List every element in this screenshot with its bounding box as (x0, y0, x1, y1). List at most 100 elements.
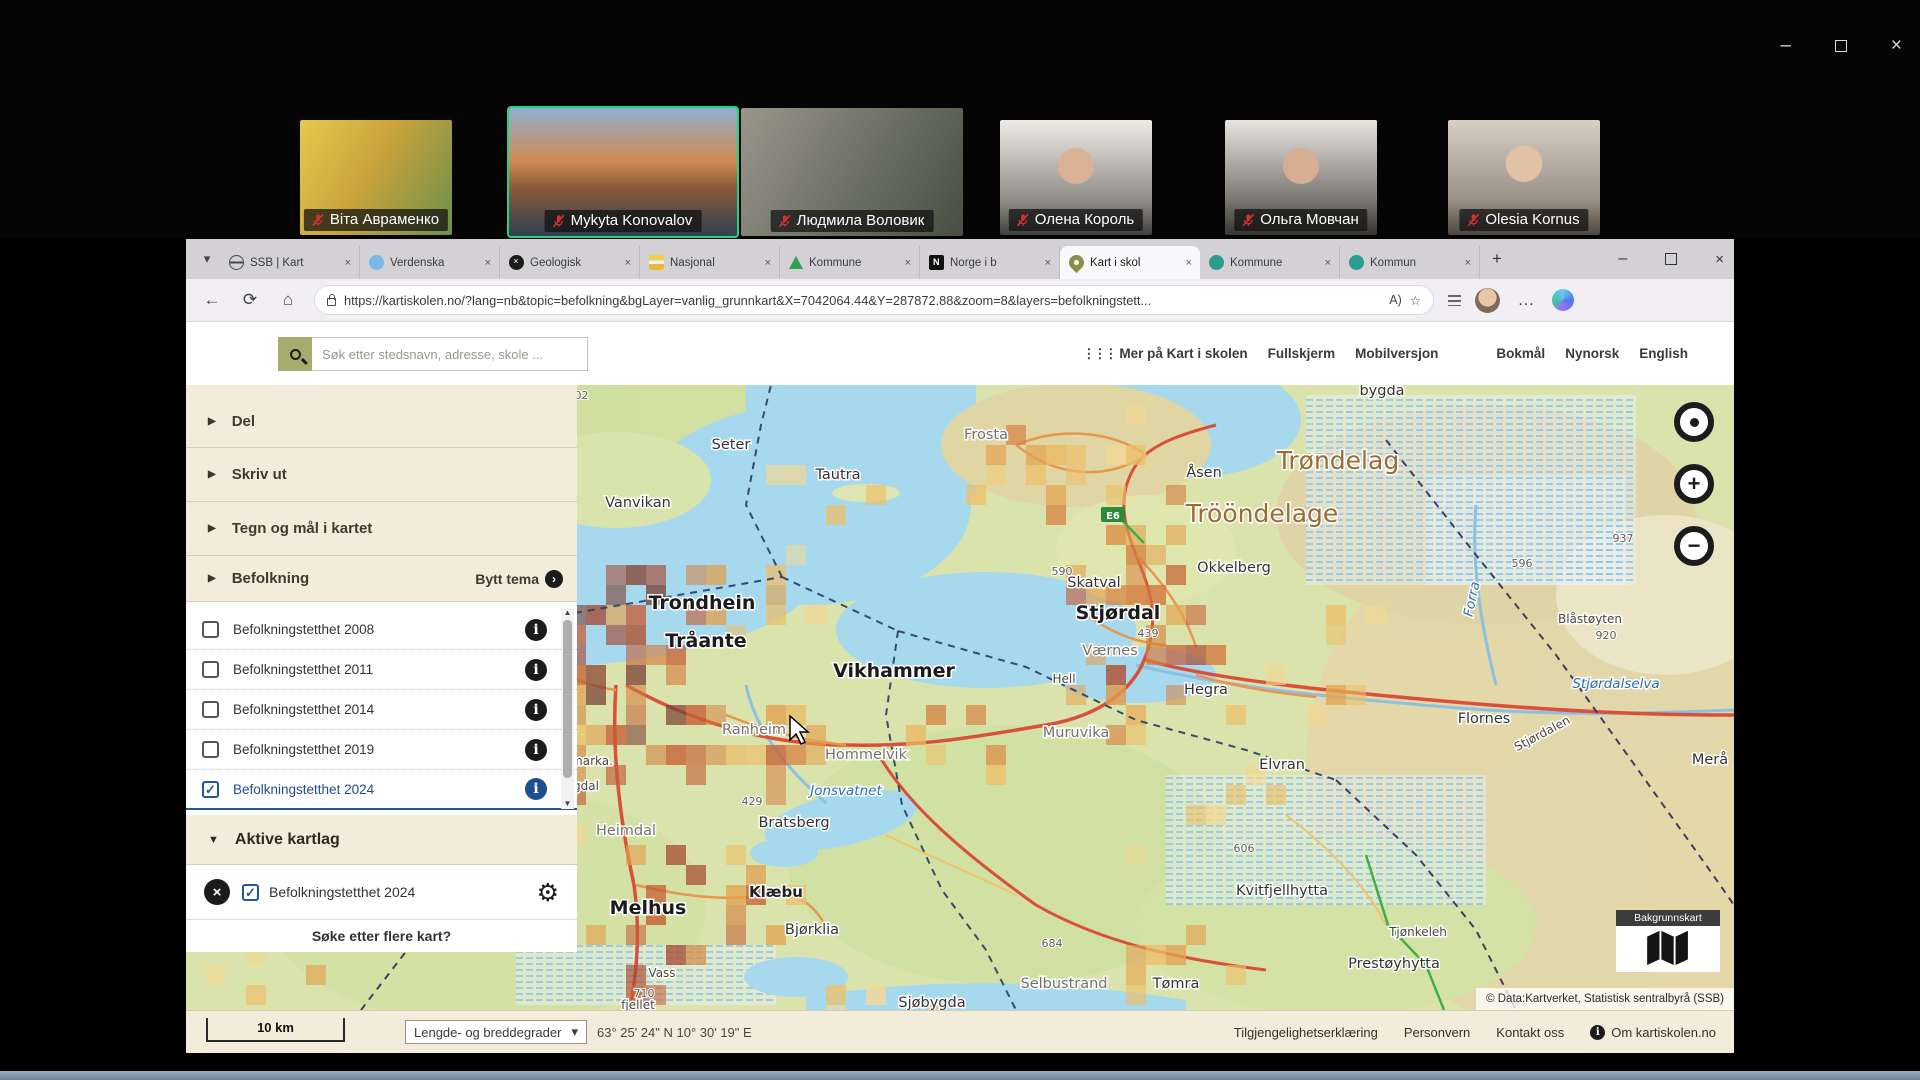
map-label: Flornes (1458, 711, 1511, 727)
map-viewport[interactable]: bygda602SeterFrostaTautraÅsenTrøndelagE6… (186, 385, 1734, 1010)
active-layer-checkbox[interactable]: ✓ (242, 884, 259, 901)
browser-tab-6[interactable]: Norge i b × (920, 246, 1060, 279)
favorite-star-icon[interactable]: ☆ (1410, 293, 1421, 308)
browser-tab-8[interactable]: Kommune× (1200, 246, 1340, 279)
meeting-maximize-button[interactable] (1835, 40, 1847, 52)
tab-close-icon[interactable]: × (483, 257, 493, 269)
footer-link-4[interactable]: iOm kartiskolen.no (1590, 1025, 1716, 1040)
meeting-window-controls: – × (1780, 36, 1902, 55)
mic-muted-icon (1016, 213, 1030, 227)
layer-checkbox[interactable] (202, 701, 219, 718)
search-button[interactable] (278, 337, 312, 371)
link-mobile-version[interactable]: Mobilversjon (1355, 346, 1438, 361)
meeting-minimize-button[interactable]: – (1780, 36, 1791, 55)
map-label: 429 (742, 795, 763, 808)
browser-tab-4[interactable]: Nasjonal× (640, 246, 780, 279)
target-icon (1690, 418, 1699, 427)
copilot-icon[interactable] (1552, 289, 1574, 311)
address-bar[interactable]: https://kartiskolen.no/?lang=nb&topic=be… (314, 285, 1434, 315)
footer-link-3[interactable]: Kontakt oss (1496, 1025, 1564, 1040)
tab-close-icon[interactable]: × (763, 257, 773, 269)
triangle-right-icon: ▶ (208, 416, 216, 427)
cursor-coordinates: 63° 25' 24" N 10° 30' 19" E (597, 1025, 752, 1040)
tab-close-icon[interactable]: × (1043, 257, 1053, 269)
footer-link-2[interactable]: Personvern (1404, 1025, 1470, 1040)
layer-list-scrollbar[interactable]: ▲ ▼ (561, 608, 574, 809)
profile-avatar[interactable] (1475, 288, 1500, 313)
browser-tab-5[interactable]: Kommune× (780, 246, 920, 279)
triangle-right-icon: ▶ (208, 573, 216, 584)
menu-item-skriv-ut[interactable]: ▶Skriv ut (186, 448, 577, 502)
participant-name-chip: Olesia Kornus (1459, 209, 1588, 231)
map-label: Elvran (1259, 757, 1305, 773)
menu-item-tegn-og-m-l-i-kartet[interactable]: ▶Tegn og mål i kartet (186, 502, 577, 556)
settings-menu-icon[interactable]: … (1514, 290, 1538, 310)
home-icon[interactable]: ⌂ (276, 290, 300, 310)
link-nynorsk[interactable]: Nynorsk (1565, 346, 1619, 361)
read-aloud-icon[interactable]: A) (1389, 293, 1402, 307)
tab-label: Norge i b (950, 257, 1037, 269)
tab-close-icon[interactable]: × (903, 257, 913, 269)
browser-close-button[interactable]: × (1715, 251, 1724, 268)
change-theme-link[interactable]: Bytt tema› (475, 570, 563, 588)
map-label: Jonsvatnet (807, 783, 882, 799)
tab-close-icon[interactable]: × (623, 257, 633, 269)
search-input[interactable] (312, 337, 588, 371)
browser-restore-button[interactable] (1665, 253, 1677, 265)
layer-checkbox[interactable] (202, 621, 219, 638)
map-label: Vanvikan (605, 495, 671, 511)
browser-tab-3[interactable]: Geologisk× (500, 246, 640, 279)
back-icon[interactable]: ← (200, 290, 224, 310)
layer-label: Befolkningstetthet 2011 (233, 662, 531, 677)
mic-muted-icon (778, 214, 792, 228)
menu-item-befolkning[interactable]: ▶BefolkningBytt tema› (186, 556, 577, 602)
layer-checkbox[interactable] (202, 661, 219, 678)
link-more-maps[interactable]: ⋮⋮⋮Mer på Kart i skolen (1082, 346, 1247, 362)
search-more-maps-link[interactable]: Søke etter flere kart? (186, 920, 577, 952)
layer-label: Befolkningstetthet 2019 (233, 742, 531, 757)
footer-link-1[interactable]: Tilgjengelighetserklæring (1234, 1025, 1378, 1040)
info-icon[interactable]: i (525, 778, 547, 800)
browser-tab-7[interactable]: Kart i skol× (1060, 246, 1200, 279)
map-label: Kvitfjellhytta (1236, 883, 1328, 899)
meeting-close-button[interactable]: × (1891, 36, 1902, 55)
coordinate-format-select[interactable]: Lengde- og breddegrader ▾ (405, 1020, 587, 1044)
footer-link-label: Personvern (1404, 1025, 1470, 1040)
tab-close-icon[interactable]: × (1463, 257, 1473, 269)
tab-search-chevron-icon[interactable]: ▾ (194, 251, 220, 267)
favorites-list-icon[interactable] (1448, 295, 1461, 306)
locate-button[interactable] (1674, 402, 1714, 442)
participant-name-chip: Віта Авраменко (304, 209, 448, 231)
info-icon[interactable]: i (525, 699, 547, 721)
menu-item-del[interactable]: ▶Del (186, 395, 577, 448)
layer-checkbox[interactable] (202, 741, 219, 758)
tab-label: SSB | Kart (250, 257, 337, 269)
link-english[interactable]: English (1639, 346, 1688, 361)
link-fullscreen[interactable]: Fullskjerm (1268, 346, 1336, 361)
info-icon[interactable]: i (525, 659, 547, 681)
tab-close-icon[interactable]: × (1323, 257, 1333, 269)
map-label: Trøndelag (1276, 446, 1399, 475)
layer-checkbox[interactable]: ✓ (202, 781, 219, 798)
active-layers-header[interactable]: ▼ Aktive kartlag (186, 815, 577, 865)
tab-close-icon[interactable]: × (1184, 257, 1194, 269)
new-tab-button[interactable]: + (1480, 249, 1514, 269)
scrollbar-thumb[interactable] (563, 620, 572, 778)
remove-layer-icon[interactable]: × (204, 879, 230, 905)
info-icon[interactable]: i (525, 739, 547, 761)
scroll-up-icon[interactable]: ▲ (564, 608, 572, 618)
zoom-in-button[interactable]: + (1674, 464, 1714, 504)
refresh-icon[interactable]: ⟳ (238, 290, 262, 310)
browser-tab-1[interactable]: SSB | Kart × (220, 246, 360, 279)
browser-minimize-button[interactable]: – (1618, 250, 1627, 268)
browser-tab-9[interactable]: Kommun× (1340, 246, 1480, 279)
zoom-out-button[interactable]: − (1674, 526, 1714, 566)
layer-settings-gear-icon[interactable]: ⚙ (537, 880, 559, 905)
tab-close-icon[interactable]: × (343, 257, 353, 269)
info-icon[interactable]: i (525, 619, 547, 641)
background-map-widget[interactable]: Bakgrunnskart (1616, 910, 1720, 972)
map-label: Skatval (1067, 575, 1120, 591)
browser-tab-2[interactable]: Verdenska× (360, 246, 500, 279)
scroll-down-icon[interactable]: ▼ (564, 799, 572, 809)
link-bokmal[interactable]: Bokmål (1496, 346, 1545, 361)
